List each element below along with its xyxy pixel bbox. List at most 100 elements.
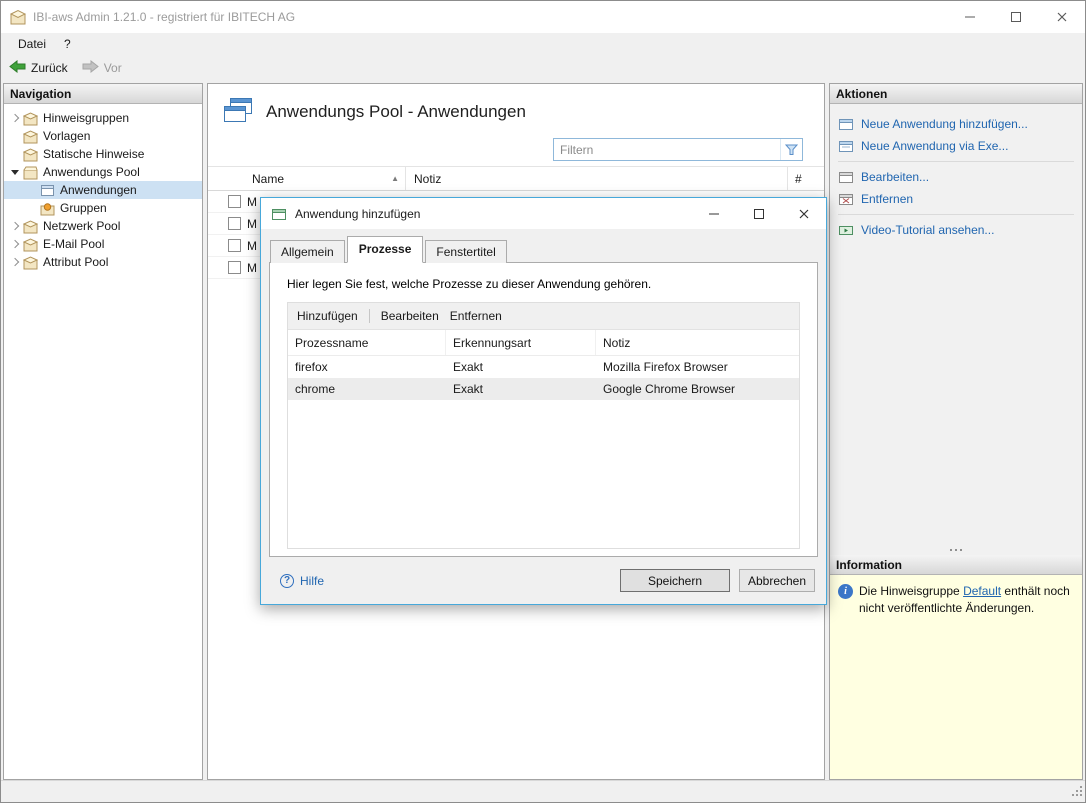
dialog-controls	[691, 198, 826, 229]
column-label: Erkennungsart	[453, 336, 531, 350]
process-edit-button[interactable]: Bearbeiten	[381, 309, 439, 323]
forward-button[interactable]: Vor	[82, 60, 122, 76]
help-label: Hilfe	[300, 574, 324, 588]
box-icon	[23, 147, 38, 162]
box-icon	[23, 111, 38, 126]
menu-help[interactable]: ?	[55, 35, 80, 53]
sort-asc-icon: ▲	[391, 174, 399, 183]
filter-row	[208, 136, 824, 166]
tree-item-label: Netzwerk Pool	[43, 219, 120, 233]
tree-item-netzwerk-pool[interactable]: Netzwerk Pool	[4, 217, 202, 235]
row-checkbox[interactable]	[228, 195, 241, 208]
back-button[interactable]: Zurück	[9, 60, 68, 76]
minimize-button[interactable]	[947, 1, 993, 33]
action-link-label: Video-Tutorial ansehen...	[861, 223, 994, 237]
dialog-maximize-button[interactable]	[736, 198, 781, 229]
process-add-button[interactable]: Hinzufügen	[297, 309, 358, 323]
box-icon	[23, 255, 38, 270]
applications-icon	[223, 97, 253, 127]
chevron-down-icon[interactable]	[7, 164, 23, 180]
cell-notiz: Google Chrome Browser	[596, 378, 799, 400]
information-text: Die Hinweisgruppe Default enthält noch n…	[859, 583, 1074, 618]
process-toolbar: Hinzufügen Bearbeiten Entfernen	[288, 303, 799, 330]
back-arrow-icon	[9, 60, 26, 76]
dialog-tabs: Allgemein Prozesse Fenstertitel	[261, 229, 826, 263]
chevron-right-icon[interactable]	[7, 110, 23, 126]
close-button[interactable]	[1039, 1, 1085, 33]
window-icon	[40, 183, 55, 198]
navigation-tree: Hinweisgruppen Vorlagen Statische Hinwei…	[4, 104, 202, 779]
chevron-right-icon[interactable]	[7, 218, 23, 234]
divider	[838, 214, 1074, 215]
action-edit[interactable]: Bearbeiten...	[830, 166, 1082, 188]
main-header: Anwendungs Pool - Anwendungen	[208, 84, 824, 136]
tree-item-vorlagen[interactable]: Vorlagen	[4, 127, 202, 145]
cell-erkennungsart: Exakt	[446, 378, 596, 400]
page-title: Anwendungs Pool - Anwendungen	[266, 102, 526, 122]
default-group-link[interactable]: Default	[963, 584, 1001, 598]
forward-arrow-icon	[82, 60, 99, 76]
process-remove-button[interactable]: Entfernen	[450, 309, 502, 323]
action-video-tutorial[interactable]: Video-Tutorial ansehen...	[830, 219, 1082, 241]
cell-prozessname: chrome	[288, 378, 446, 400]
process-row-firefox[interactable]: firefox Exakt Mozilla Firefox Browser	[288, 356, 799, 378]
tree-item-anwendungen[interactable]: Anwendungen	[4, 181, 202, 199]
statusbar	[1, 780, 1085, 802]
dialog-icon	[271, 206, 287, 222]
column-notiz[interactable]: Notiz	[406, 167, 788, 190]
cancel-button[interactable]: Abbrechen	[739, 569, 815, 592]
resize-grip-icon[interactable]	[1070, 784, 1083, 800]
column-count[interactable]: #	[788, 172, 824, 186]
menu-datei[interactable]: Datei	[9, 35, 55, 53]
forward-label: Vor	[104, 61, 122, 75]
column-name[interactable]: Name ▲	[252, 167, 406, 190]
information-body: i Die Hinweisgruppe Default enthält noch…	[830, 575, 1082, 779]
filter-funnel-icon[interactable]	[780, 139, 802, 160]
chevron-right-icon[interactable]	[7, 254, 23, 270]
maximize-button[interactable]	[993, 1, 1039, 33]
action-new-application-via-exe[interactable]: Neue Anwendung via Exe...	[830, 135, 1082, 157]
dialog-minimize-button[interactable]	[691, 198, 736, 229]
dialog-close-button[interactable]	[781, 198, 826, 229]
column-erkennungsart[interactable]: Erkennungsart	[446, 330, 596, 355]
tab-fenstertitel[interactable]: Fenstertitel	[425, 240, 506, 263]
tree-item-email-pool[interactable]: E-Mail Pool	[4, 235, 202, 253]
box-icon	[23, 219, 38, 234]
action-delete[interactable]: Entfernen	[830, 188, 1082, 210]
chevron-right-icon[interactable]	[7, 236, 23, 252]
tree-item-statische-hinweise[interactable]: Statische Hinweise	[4, 145, 202, 163]
actions-header: Aktionen	[830, 84, 1082, 104]
tree-item-gruppen[interactable]: Gruppen	[4, 199, 202, 217]
process-row-chrome[interactable]: chrome Exakt Google Chrome Browser	[288, 378, 799, 400]
box-icon	[23, 129, 38, 144]
row-checkbox[interactable]	[228, 217, 241, 230]
tree-item-label: Attribut Pool	[43, 255, 108, 269]
column-notiz[interactable]: Notiz	[596, 330, 799, 355]
tab-allgemein[interactable]: Allgemein	[270, 240, 345, 263]
column-prozessname[interactable]: Prozessname	[288, 330, 446, 355]
row-name: M	[247, 239, 257, 253]
panel-splitter[interactable]	[830, 545, 1082, 555]
cell-notiz: Mozilla Firefox Browser	[596, 356, 799, 378]
tab-prozesse[interactable]: Prozesse	[347, 236, 424, 263]
group-box-icon	[40, 201, 55, 216]
filter-input[interactable]	[554, 139, 780, 160]
dialog-titlebar: Anwendung hinzufügen	[261, 198, 826, 229]
actions-empty-area	[830, 245, 1082, 545]
tree-item-hinweisgruppen[interactable]: Hinweisgruppen	[4, 109, 202, 127]
help-icon: ?	[280, 574, 294, 588]
help-link[interactable]: ? Hilfe	[280, 574, 324, 588]
actions-links: Neue Anwendung hinzufügen... Neue Anwend…	[830, 104, 1082, 245]
tree-item-anwendungs-pool[interactable]: Anwendungs Pool	[4, 163, 202, 181]
save-button[interactable]: Speichern	[620, 569, 730, 592]
action-link-label: Entfernen	[861, 192, 913, 206]
row-checkbox[interactable]	[228, 239, 241, 252]
process-list-region: Hinzufügen Bearbeiten Entfernen Prozessn…	[287, 302, 800, 549]
tree-item-attribut-pool[interactable]: Attribut Pool	[4, 253, 202, 271]
app-window: IBI-aws Admin 1.21.0 - registriert für I…	[0, 0, 1086, 803]
tree-item-label: Anwendungen	[60, 183, 137, 197]
row-checkbox[interactable]	[228, 261, 241, 274]
process-table-header: Prozessname Erkennungsart Notiz	[288, 330, 799, 356]
action-new-application[interactable]: Neue Anwendung hinzufügen...	[830, 113, 1082, 135]
open-box-icon	[23, 165, 38, 180]
